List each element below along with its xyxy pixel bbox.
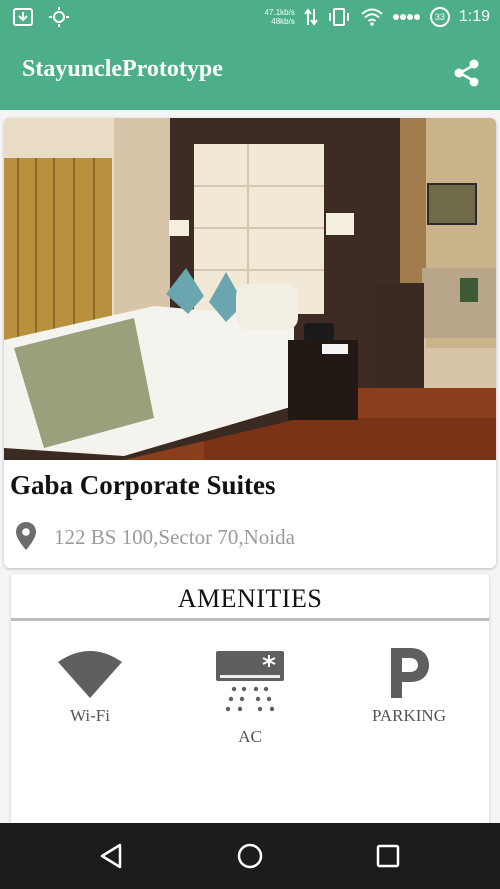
amenity-label-ac: AC	[238, 727, 262, 746]
download-icon	[13, 8, 33, 26]
data-transfer-icon	[304, 8, 318, 26]
amenities-card: AMENITIES Wi-Fi AC PARKING	[11, 574, 489, 823]
amenities-title: AMENITIES	[177, 584, 323, 613]
status-left-icons	[12, 6, 70, 28]
status-bar: 47.1kb/s 48kb/s 33 1:19	[0, 0, 500, 36]
amenity-parking: PARKING	[339, 646, 479, 726]
amenity-label-wifi: Wi-Fi	[70, 706, 110, 725]
network-speed: 47.1kb/s 48kb/s	[265, 8, 295, 26]
clock: 1:19	[458, 8, 490, 25]
signal-dots-icon	[392, 14, 420, 20]
amenities-divider	[11, 618, 489, 621]
hotel-room-photo	[4, 118, 496, 460]
back-icon[interactable]	[96, 840, 128, 872]
hotel-card[interactable]: Gaba Corporate Suites 122 BS 100,Sector …	[4, 118, 496, 568]
recent-apps-icon[interactable]	[372, 840, 404, 872]
amenity-ac: AC	[180, 649, 320, 747]
wifi-amenity-icon	[58, 651, 122, 698]
ac-amenity-icon	[216, 651, 284, 712]
battery-indicator: 33	[429, 7, 450, 27]
content-area: Gaba Corporate Suites 122 BS 100,Sector …	[0, 110, 500, 823]
wifi-icon	[361, 8, 383, 26]
net-down-text: 48kb/s	[271, 17, 295, 26]
home-icon[interactable]	[234, 840, 266, 872]
net-up-text: 47.1kb/s	[264, 8, 295, 17]
amenity-label-parking: PARKING	[371, 706, 446, 725]
brightness-icon	[49, 7, 69, 27]
status-right-icons: 47.1kb/s 48kb/s 33 1:19	[265, 7, 490, 27]
share-icon[interactable]	[452, 58, 482, 88]
amenity-wifi: Wi-Fi	[20, 646, 160, 726]
vibrate-icon	[328, 8, 349, 26]
app-bar: StayunclePrototype	[0, 36, 500, 110]
navigation-bar	[0, 823, 500, 889]
app-title: StayunclePrototype	[22, 56, 223, 82]
location-pin-icon	[16, 522, 36, 550]
hotel-name: Gaba Corporate Suites	[10, 470, 276, 500]
parking-amenity-icon	[391, 648, 429, 698]
hotel-address: 122 BS 100,Sector 70,Noida	[54, 525, 295, 549]
